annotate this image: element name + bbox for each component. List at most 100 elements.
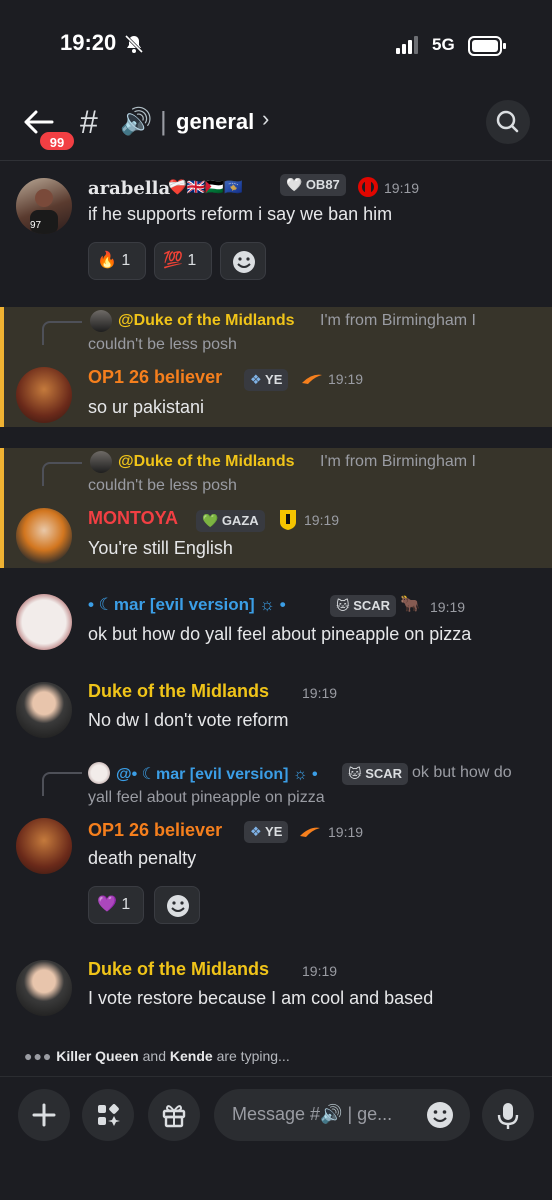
timestamp: 19:19 — [304, 512, 340, 528]
username[interactable]: OP1 26 believer — [88, 367, 222, 388]
bell-muted-icon — [124, 34, 144, 54]
reply-text-line2[interactable]: couldn't be less posh — [88, 336, 237, 354]
title-separator: | — [160, 106, 167, 136]
heart-icon: 🤍 — [286, 177, 303, 192]
search-icon — [496, 110, 519, 133]
message-text: death penalty — [88, 848, 197, 868]
mclaren-logo-icon — [302, 374, 322, 384]
search-button[interactable] — [486, 100, 530, 144]
timestamp: 19:19 — [328, 824, 364, 840]
reaction-fire[interactable]: 🔥 1 — [88, 242, 146, 280]
username[interactable]: arabella — [88, 178, 170, 199]
typing-dots-icon: ●●● — [24, 1048, 53, 1064]
avatar[interactable]: 97 — [16, 178, 72, 234]
reply-text-line2[interactable]: yall feel about pineapple on pizza — [88, 789, 325, 807]
reply-username[interactable]: @Duke of the Midlands — [118, 312, 295, 330]
reply-avatar — [88, 762, 110, 784]
avatar[interactable] — [16, 508, 72, 564]
reply-connector — [42, 772, 82, 796]
message-text: You're still English — [88, 538, 233, 558]
reply-username[interactable]: @• ☾mar [evil version] ☼ • — [116, 764, 318, 784]
unread-badge: 99 — [38, 130, 76, 152]
message-text: ok but how do yall feel about pineapple … — [88, 624, 472, 644]
svg-text:97: 97 — [30, 220, 42, 231]
apps-button[interactable] — [82, 1089, 134, 1141]
ferrari-logo-icon — [280, 510, 296, 530]
battery-icon — [468, 36, 506, 56]
avatar[interactable] — [16, 594, 72, 650]
channel-title[interactable]: general — [176, 109, 254, 135]
reply-text-line1[interactable]: I'm from Birmingham I — [320, 312, 476, 330]
network-type: 5G — [432, 35, 455, 54]
typing-indicator: ●●● Killer Queen and Kende are typing... — [24, 1048, 290, 1064]
avatar[interactable] — [16, 367, 72, 423]
gift-icon — [162, 1105, 186, 1128]
tag-icon: ❖ — [250, 372, 262, 387]
clan-tag[interactable]: ❖ YE — [244, 821, 289, 843]
timestamp: 19:19 — [302, 963, 338, 979]
clan-tag[interactable]: ❖ YE — [244, 369, 289, 391]
message-placeholder: Message #🔊 | ge... — [232, 1104, 393, 1124]
emoji-picker-icon[interactable] — [424, 1099, 456, 1131]
apps-icon — [98, 1104, 120, 1126]
username[interactable]: Duke of the Midlands — [88, 681, 269, 702]
message-highlighted: @Duke of the Midlands I'm from Birmingha… — [0, 307, 552, 427]
username[interactable]: • ☾mar [evil version] ☼ • — [88, 595, 286, 615]
message-text: if he supports reform i say we ban him — [88, 204, 393, 224]
cat-icon: 🐱 — [348, 766, 362, 781]
attach-button[interactable] — [18, 1089, 70, 1141]
voice-message-button[interactable] — [482, 1089, 534, 1141]
message: Duke of the Midlands 19:19 No dw I don't… — [0, 668, 552, 744]
message-text: so ur pakistani — [88, 397, 205, 417]
redbull-logo-icon: 🐂 — [400, 596, 420, 613]
message: • ☾mar [evil version] ☼ • 🐱 SCAR 🐂 19:19… — [0, 580, 552, 660]
plus-icon — [32, 1103, 56, 1127]
message: Duke of the Midlands 19:19 I vote restor… — [0, 946, 552, 1026]
message-text: I vote restore because I am cool and bas… — [88, 988, 434, 1008]
reaction-purple-heart[interactable]: 💜 1 — [88, 886, 144, 924]
microphone-icon — [497, 1103, 519, 1129]
username[interactable]: OP1 26 believer — [88, 820, 222, 841]
reply-avatar — [90, 451, 112, 473]
chevron-right-icon[interactable]: › — [262, 106, 269, 132]
avatar[interactable] — [16, 818, 72, 874]
clan-tag[interactable]: 🤍 OB87 — [280, 174, 346, 196]
cat-icon: 🐱 — [336, 598, 350, 613]
heart-icon: 💚 — [202, 513, 219, 528]
channel-hash-icon: # — [80, 104, 98, 140]
reply-username[interactable]: @Duke of the Midlands — [118, 453, 295, 471]
username[interactable]: MONTOYA — [88, 508, 178, 529]
status-bar: 19:20 5G — [0, 0, 552, 92]
timestamp: 19:19 — [328, 371, 364, 387]
username[interactable]: Duke of the Midlands — [88, 959, 269, 980]
reply-text-line1[interactable]: ok but how do — [412, 764, 512, 782]
reaction-hundred[interactable]: 💯 1 — [154, 242, 212, 280]
channel-header: # 🔊 | general › — [0, 92, 552, 160]
add-reaction-button[interactable] — [220, 242, 266, 280]
timestamp: 19:19 — [302, 685, 338, 701]
gift-button[interactable] — [148, 1089, 200, 1141]
avatar[interactable] — [16, 682, 72, 738]
timestamp: 19:19 — [384, 180, 420, 196]
message-composer: Message #🔊 | ge... — [0, 1076, 552, 1200]
add-reaction-button[interactable] — [154, 886, 200, 924]
smiley-icon — [233, 251, 255, 273]
tag-icon: ❖ — [250, 824, 262, 839]
header-divider — [0, 160, 552, 161]
message-text: No dw I don't vote reform — [88, 710, 289, 730]
message-input[interactable]: Message #🔊 | ge... — [214, 1089, 470, 1141]
reply-text-line1[interactable]: I'm from Birmingham I — [320, 453, 476, 471]
username-flag-emojis: ❤️‍🩹🇬🇧🇵🇸🇽🇰 — [168, 179, 243, 196]
timestamp: 19:19 — [430, 599, 466, 615]
speaker-emoji: 🔊 — [120, 106, 153, 136]
avatar[interactable] — [16, 960, 72, 1016]
haas-logo-icon — [358, 177, 378, 197]
cellular-signal-icon — [396, 36, 418, 54]
clan-tag[interactable]: 🐱 SCAR — [330, 595, 397, 617]
reply-text-line2[interactable]: couldn't be less posh — [88, 477, 237, 495]
reply-clan-tag: 🐱 SCAR — [342, 763, 409, 785]
mclaren-logo-icon — [300, 827, 320, 837]
reply-connector — [42, 321, 82, 345]
clan-tag[interactable]: 💚 GAZA — [196, 510, 265, 532]
message-highlighted: @Duke of the Midlands I'm from Birmingha… — [0, 448, 552, 568]
